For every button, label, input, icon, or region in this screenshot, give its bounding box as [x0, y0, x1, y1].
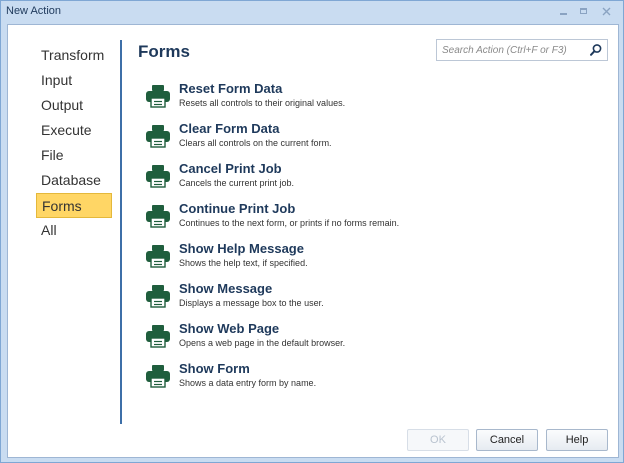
search-icon[interactable]	[589, 43, 603, 57]
sidebar-item-all[interactable]: All	[36, 218, 112, 243]
action-title: Show Message	[179, 281, 273, 296]
action-title: Show Form	[179, 361, 250, 376]
action-item-show-help-message[interactable]: Show Help Message Shows the help text, i…	[145, 241, 605, 281]
maximize-icon	[579, 8, 587, 14]
title-bar[interactable]: New Action	[1, 1, 623, 23]
sidebar-item-database[interactable]: Database	[36, 168, 112, 193]
sidebar-item-forms[interactable]: Forms	[36, 193, 112, 218]
action-description: Cancels the current print job.	[179, 178, 295, 188]
action-list: Reset Form Data Resets all controls to t…	[145, 81, 605, 401]
action-item-continue-print-job[interactable]: Continue Print Job Continues to the next…	[145, 201, 605, 241]
action-description: Shows a data entry form by name.	[179, 378, 317, 388]
minimize-icon	[559, 13, 567, 15]
search-box[interactable]	[436, 39, 608, 61]
action-title: Reset Form Data	[179, 81, 283, 96]
action-description: Clears all controls on the current form.	[179, 138, 332, 148]
action-title: Show Web Page	[179, 321, 280, 336]
action-description: Displays a message box to the user.	[179, 298, 324, 308]
new-action-window: New Action Transform Input Output Execut…	[0, 0, 624, 463]
action-title: Clear Form Data	[179, 121, 280, 136]
action-description: Shows the help text, if specified.	[179, 258, 308, 268]
sidebar-item-input[interactable]: Input	[36, 68, 112, 93]
minimize-button[interactable]	[555, 4, 571, 18]
ok-button[interactable]: OK	[407, 429, 469, 451]
printer-icon	[146, 365, 170, 388]
category-sidebar: Transform Input Output Execute File Data…	[36, 43, 112, 243]
maximize-button[interactable]	[575, 4, 591, 18]
printer-icon	[146, 125, 170, 148]
printer-icon	[146, 325, 170, 348]
close-button[interactable]	[598, 4, 614, 18]
printer-icon	[146, 165, 170, 188]
sidebar-item-output[interactable]: Output	[36, 93, 112, 118]
action-item-show-form[interactable]: Show Form Shows a data entry form by nam…	[145, 361, 605, 401]
action-title: Continue Print Job	[179, 201, 296, 216]
action-item-clear-form-data[interactable]: Clear Form Data Clears all controls on t…	[145, 121, 605, 161]
sidebar-item-file[interactable]: File	[36, 143, 112, 168]
action-description: Resets all controls to their original va…	[179, 98, 346, 108]
action-item-reset-form-data[interactable]: Reset Form Data Resets all controls to t…	[145, 81, 605, 121]
action-item-cancel-print-job[interactable]: Cancel Print Job Cancels the current pri…	[145, 161, 605, 201]
sidebar-item-transform[interactable]: Transform	[36, 43, 112, 68]
action-item-show-message[interactable]: Show Message Displays a message box to t…	[145, 281, 605, 321]
action-item-show-web-page[interactable]: Show Web Page Opens a web page in the de…	[145, 321, 605, 361]
action-title: Cancel Print Job	[179, 161, 282, 176]
search-input[interactable]	[437, 40, 592, 60]
cancel-button[interactable]: Cancel	[476, 429, 538, 451]
sidebar-item-execute[interactable]: Execute	[36, 118, 112, 143]
help-button[interactable]: Help	[546, 429, 608, 451]
sidebar-divider	[120, 40, 122, 424]
printer-icon	[146, 85, 170, 108]
dialog-body: Transform Input Output Execute File Data…	[7, 24, 619, 458]
close-icon	[602, 7, 610, 15]
window-title: New Action	[6, 5, 62, 17]
action-title: Show Help Message	[179, 241, 304, 256]
page-title: Forms	[138, 42, 190, 61]
printer-icon	[146, 245, 170, 268]
printer-icon	[146, 205, 170, 228]
action-description: Opens a web page in the default browser.	[179, 338, 346, 348]
action-description: Continues to the next form, or prints if…	[179, 218, 400, 228]
printer-icon	[146, 285, 170, 308]
